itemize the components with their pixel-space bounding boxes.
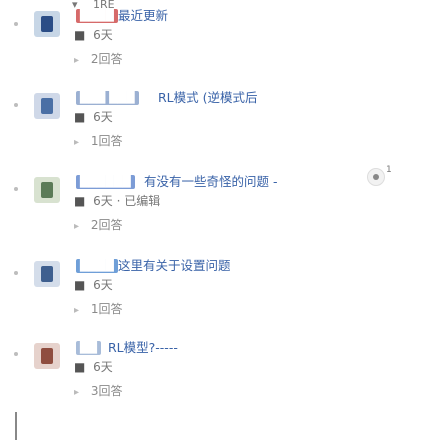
edge-dot [14,103,18,107]
chevron-right-icon: ▸ [74,55,80,66]
stub-text: 1RE [93,0,115,9]
avatar[interactable] [34,11,60,37]
meta-time: 6天 [93,110,113,124]
thread-title[interactable]: 有没有一些奇怪的问题 - [144,174,277,190]
username-redacted[interactable]: ███ ███ [76,91,139,105]
replies-toggle[interactable]: ▸ 2回答 [74,52,123,68]
username-redacted[interactable]: ██████ [76,175,135,189]
replies-toggle[interactable]: ▸ 2回答 [74,218,123,234]
username-redacted[interactable]: ████ [76,9,118,23]
username-redacted[interactable]: ██ [76,341,101,355]
reply-count: 2回答 [90,218,123,232]
meta-time: 6天 [93,360,113,374]
stub-arrow: ▾ [72,0,78,9]
thread-meta: ■ 6天 [74,278,113,292]
chevron-right-icon: ▸ [74,387,80,398]
edge-dot [14,271,18,275]
thread-meta: ■ 6天 [74,360,113,374]
meta-time: 6天 · 已编辑 [93,194,161,208]
previous-thread-stub: ▾ 1RE [72,0,115,9]
edge-dot [14,22,18,26]
chevron-right-icon: ▸ [74,305,80,316]
meta-time: 6天 [93,278,113,292]
thread-line [15,412,17,440]
meta-mark: ■ [74,278,86,292]
avatar[interactable] [34,343,60,369]
reply-count: 1回答 [90,134,123,148]
replies-toggle[interactable]: ▸ 1回答 [74,134,123,150]
thread-item[interactable]: ████ 这里有关于设置问题 ■ 6天 ▸ 1回答 [34,258,434,329]
reply-count: 1回答 [90,302,123,316]
replies-toggle[interactable]: ▸ 3回答 [74,384,123,400]
edge-dot [14,187,18,191]
reply-count: 3回答 [90,384,123,398]
reaction-count: 1 [386,165,392,175]
thread-meta: ■ 6天 · 已编辑 [74,194,160,208]
thread-item[interactable]: ███ ███ RL模式 (逆模式后 ■ 6天 ▸ 1回答 [34,90,434,161]
thread-title[interactable]: RL模型?----- [108,340,178,356]
meta-mark: ■ [74,110,86,124]
thread-title[interactable]: 这里有关于设置问题 [118,258,231,274]
thread-title[interactable]: RL模式 (逆模式后 [158,90,258,106]
edge-dot [14,352,18,356]
thread-item[interactable]: ██ RL模型?----- ■ 6天 ▸ 3回答 [34,340,434,411]
thread-title[interactable]: 最近更新 [118,8,168,24]
reaction-icon[interactable] [367,168,385,186]
meta-mark: ■ [74,28,86,42]
thread-meta: ■ 6天 [74,110,113,124]
chevron-right-icon: ▸ [74,221,80,232]
username-redacted[interactable]: ████ [76,259,118,273]
replies-toggle[interactable]: ▸ 1回答 [74,302,123,318]
thread-item[interactable]: ████ 最近更新 ■ 6天 ▸ 2回答 [34,8,434,79]
chevron-right-icon: ▸ [74,137,80,148]
avatar[interactable] [34,177,60,203]
avatar[interactable] [34,261,60,287]
meta-mark: ■ [74,194,86,208]
reply-count: 2回答 [90,52,123,66]
thread-meta: ■ 6天 [74,28,113,42]
meta-mark: ■ [74,360,86,374]
meta-time: 6天 [93,28,113,42]
avatar[interactable] [34,93,60,119]
